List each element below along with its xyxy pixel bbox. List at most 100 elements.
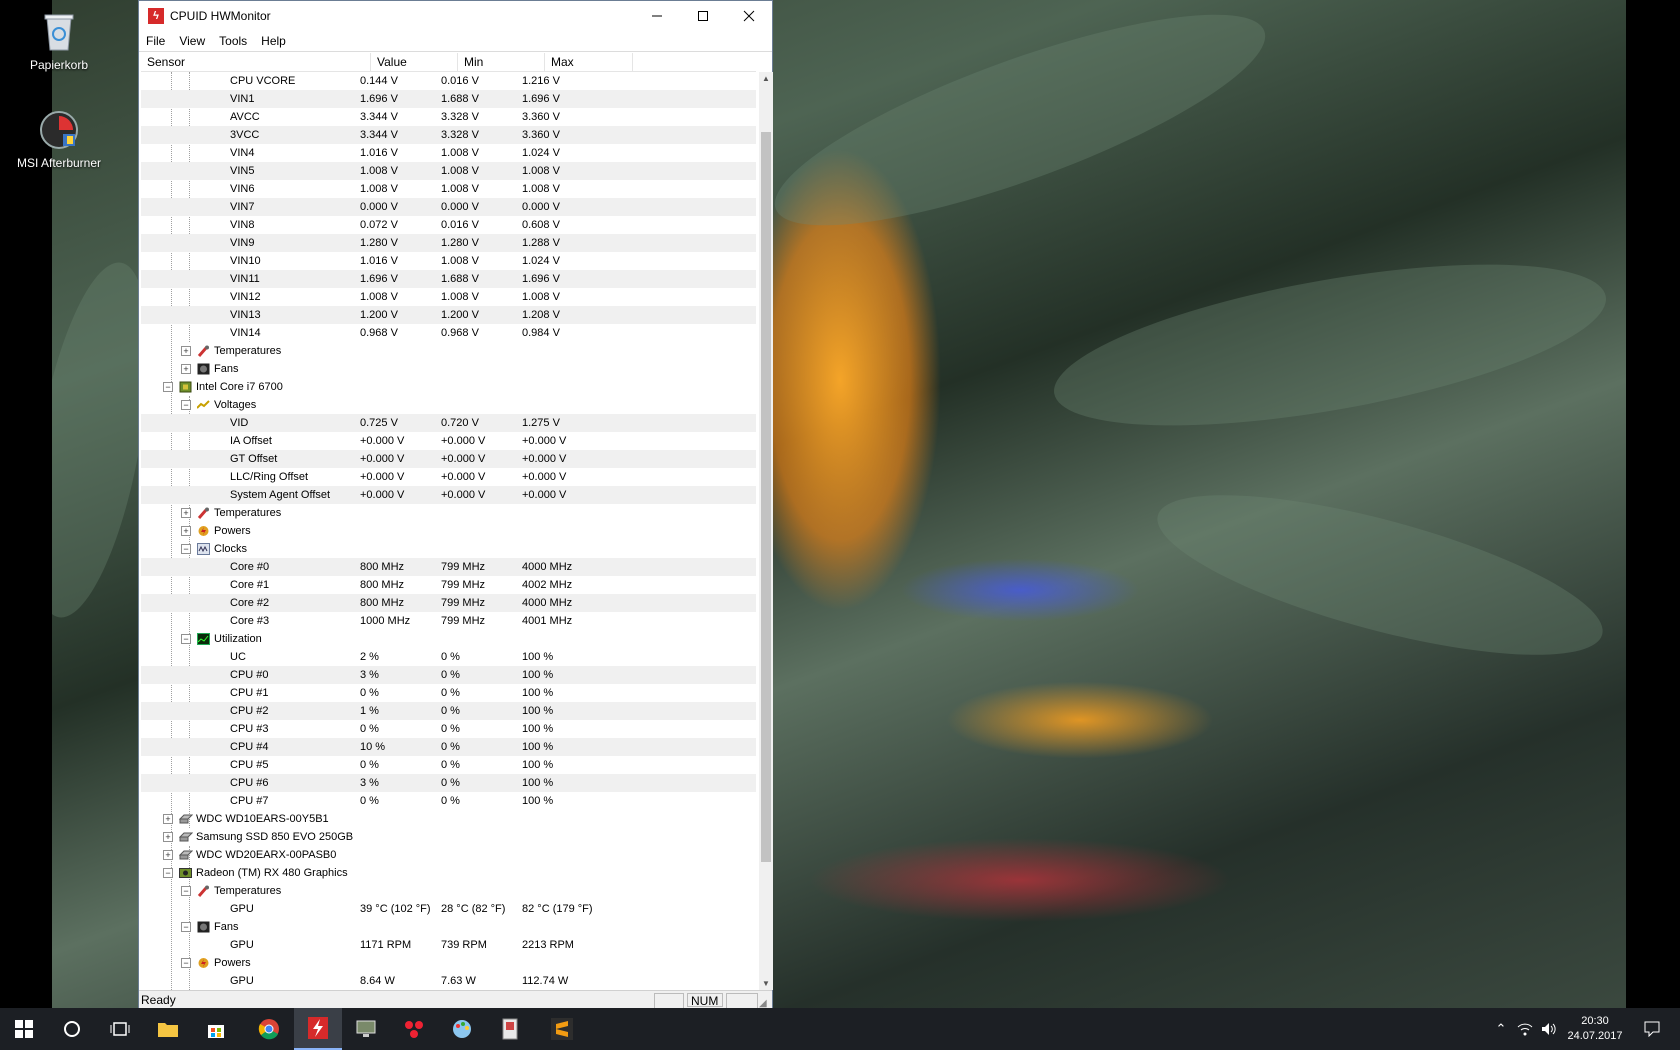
sensor-row[interactable]: AVCC 3.344 V 3.328 V 3.360 V — [141, 108, 756, 126]
collapse-toggle[interactable]: − — [181, 922, 191, 932]
sensor-row[interactable]: Core #2 800 MHz 799 MHz 4000 MHz — [141, 594, 756, 612]
sensor-row[interactable]: System Agent Offset +0.000 V +0.000 V +0.00… — [141, 486, 756, 504]
taskbar-app-gpu[interactable] — [486, 1008, 534, 1050]
minimize-button[interactable] — [634, 1, 680, 31]
sensor-row[interactable]: CPU #4 10 % 0 % 100 % — [141, 738, 756, 756]
sensor-row[interactable]: VIN14 0.968 V 0.968 V 0.984 V — [141, 324, 756, 342]
expand-toggle[interactable]: + — [181, 346, 191, 356]
sensor-row[interactable]: CPU #1 0 % 0 % 100 % — [141, 684, 756, 702]
sensor-row[interactable]: Core #0 800 MHz 799 MHz 4000 MHz — [141, 558, 756, 576]
taskbar-store[interactable] — [192, 1008, 240, 1050]
menu-help[interactable]: Help — [254, 34, 293, 48]
sensor-group-row[interactable]: + Samsung SSD 850 EVO 250GB — [141, 828, 756, 846]
menu-file[interactable]: File — [139, 34, 172, 48]
collapse-toggle[interactable]: − — [181, 634, 191, 644]
collapse-toggle[interactable]: − — [181, 958, 191, 968]
sensor-group-row[interactable]: − Radeon (TM) RX 480 Graphics — [141, 864, 756, 882]
taskbar-app-red[interactable] — [390, 1008, 438, 1050]
sensor-group-row[interactable]: − Intel Core i7 6700 — [141, 378, 756, 396]
sensor-row[interactable]: CPU #5 0 % 0 % 100 % — [141, 756, 756, 774]
sensor-row[interactable]: Core #1 800 MHz 799 MHz 4002 MHz — [141, 576, 756, 594]
sensor-group-row[interactable]: − Voltages — [141, 396, 756, 414]
menu-tools[interactable]: Tools — [212, 34, 254, 48]
sensor-row[interactable]: VIN8 0.072 V 0.016 V 0.608 V — [141, 216, 756, 234]
taskbar-app-paint[interactable] — [438, 1008, 486, 1050]
sensor-row[interactable]: VIN11 1.696 V 1.688 V 1.696 V — [141, 270, 756, 288]
action-center-button[interactable] — [1634, 1008, 1670, 1050]
column-value[interactable]: Value — [371, 53, 458, 71]
clock[interactable]: 20:30 24.07.2017 — [1562, 1008, 1628, 1050]
sensor-row[interactable]: VIN1 1.696 V 1.688 V 1.696 V — [141, 90, 756, 108]
sensor-row[interactable]: Core #3 1000 MHz 799 MHz 4001 MHz — [141, 612, 756, 630]
sensor-row[interactable]: VIN6 1.008 V 1.008 V 1.008 V — [141, 180, 756, 198]
collapse-toggle[interactable]: − — [163, 868, 173, 878]
task-view-button[interactable] — [96, 1008, 144, 1050]
column-min[interactable]: Min — [458, 53, 545, 71]
sensor-group-row[interactable]: − Temperatures — [141, 882, 756, 900]
sensor-row[interactable]: VID 0.725 V 0.720 V 1.275 V — [141, 414, 756, 432]
sensor-row[interactable]: UC 2 % 0 % 100 % — [141, 648, 756, 666]
title-bar[interactable]: ϟ CPUID HWMonitor — [139, 1, 772, 31]
sensor-row[interactable]: VIN7 0.000 V 0.000 V 0.000 V — [141, 198, 756, 216]
sensor-group-row[interactable]: + Temperatures — [141, 504, 756, 522]
taskbar-chrome[interactable] — [245, 1008, 293, 1050]
sensor-row[interactable]: CPU #2 1 % 0 % 100 % — [141, 702, 756, 720]
vertical-scrollbar[interactable]: ▲ ▼ — [759, 72, 773, 990]
expand-toggle[interactable]: + — [181, 526, 191, 536]
tray-show-hidden-icon[interactable]: ⌃ — [1490, 1008, 1512, 1050]
sensor-row[interactable]: LLC/Ring Offset +0.000 V +0.000 V +0.000 V — [141, 468, 756, 486]
column-max[interactable]: Max — [545, 53, 633, 71]
sensor-row[interactable]: GPU 39 °C (102 °F) 28 °C (82 °F) 82 °C (179… — [141, 900, 756, 918]
collapse-toggle[interactable]: − — [181, 400, 191, 410]
scroll-down-icon[interactable]: ▼ — [762, 979, 770, 988]
sensor-group-row[interactable]: + Powers — [141, 522, 756, 540]
taskbar-hwmonitor[interactable] — [294, 1008, 342, 1050]
sensor-row[interactable]: VIN13 1.200 V 1.200 V 1.208 V — [141, 306, 756, 324]
start-button[interactable] — [0, 1008, 48, 1050]
sensor-row[interactable]: GPU 8.64 W 7.63 W 112.74 W — [141, 972, 756, 990]
sensor-group-row[interactable]: + WDC WD10EARS-00Y5B1 — [141, 810, 756, 828]
maximize-button[interactable] — [680, 1, 726, 31]
scrollbar-thumb[interactable] — [761, 132, 771, 862]
sensor-row[interactable]: CPU #3 0 % 0 % 100 % — [141, 720, 756, 738]
sensor-group-row[interactable]: − Powers — [141, 954, 756, 972]
sensor-group-row[interactable]: + Fans — [141, 360, 756, 378]
collapse-toggle[interactable]: − — [181, 886, 191, 896]
taskbar-file-explorer[interactable] — [144, 1008, 192, 1050]
sensor-row[interactable]: VIN10 1.016 V 1.008 V 1.024 V — [141, 252, 756, 270]
desktop-icon-recycle-bin[interactable]: Papierkorb — [14, 10, 104, 72]
sensor-group-row[interactable]: + WDC WD20EARX-00PASB0 — [141, 846, 756, 864]
expand-toggle[interactable]: + — [163, 850, 173, 860]
column-sensor[interactable]: Sensor — [141, 53, 371, 71]
expand-toggle[interactable]: + — [181, 364, 191, 374]
sensor-row[interactable]: GT Offset +0.000 V +0.000 V +0.000 V — [141, 450, 756, 468]
taskbar-app-sublime[interactable] — [538, 1008, 586, 1050]
scroll-up-icon[interactable]: ▲ — [762, 74, 770, 83]
sensor-row[interactable]: VIN9 1.280 V 1.280 V 1.288 V — [141, 234, 756, 252]
sensor-row[interactable]: CPU #7 0 % 0 % 100 % — [141, 792, 756, 810]
close-button[interactable] — [726, 1, 772, 31]
desktop-icon-msi-afterburner[interactable]: MSI Afterburner — [14, 108, 104, 170]
sensor-group-row[interactable]: − Utilization — [141, 630, 756, 648]
cortana-button[interactable] — [48, 1008, 96, 1050]
expand-toggle[interactable]: + — [181, 508, 191, 518]
menu-view[interactable]: View — [172, 34, 212, 48]
expand-toggle[interactable]: + — [163, 832, 173, 842]
volume-icon[interactable] — [1538, 1008, 1560, 1050]
sensor-group-row[interactable]: − Fans — [141, 918, 756, 936]
sensor-group-row[interactable]: − Clocks — [141, 540, 756, 558]
sensor-row[interactable]: IA Offset +0.000 V +0.000 V +0.000 V — [141, 432, 756, 450]
sensor-group-row[interactable]: + Temperatures — [141, 342, 756, 360]
sensor-row[interactable]: CPU VCORE 0.144 V 0.016 V 1.216 V — [141, 72, 756, 90]
expand-toggle[interactable]: + — [163, 814, 173, 824]
sensor-row[interactable]: CPU #6 3 % 0 % 100 % — [141, 774, 756, 792]
network-icon[interactable] — [1514, 1008, 1536, 1050]
sensor-row[interactable]: GPU 1171 RPM 739 RPM 2213 RPM — [141, 936, 756, 954]
sensor-row[interactable]: 3VCC 3.344 V 3.328 V 3.360 V — [141, 126, 756, 144]
sensor-row[interactable]: CPU #0 3 % 0 % 100 % — [141, 666, 756, 684]
sensor-row[interactable]: VIN5 1.008 V 1.008 V 1.008 V — [141, 162, 756, 180]
taskbar-app-monitor[interactable] — [342, 1008, 390, 1050]
sensor-row[interactable]: VIN12 1.008 V 1.008 V 1.008 V — [141, 288, 756, 306]
collapse-toggle[interactable]: − — [181, 544, 191, 554]
sensor-row[interactable]: VIN4 1.016 V 1.008 V 1.024 V — [141, 144, 756, 162]
